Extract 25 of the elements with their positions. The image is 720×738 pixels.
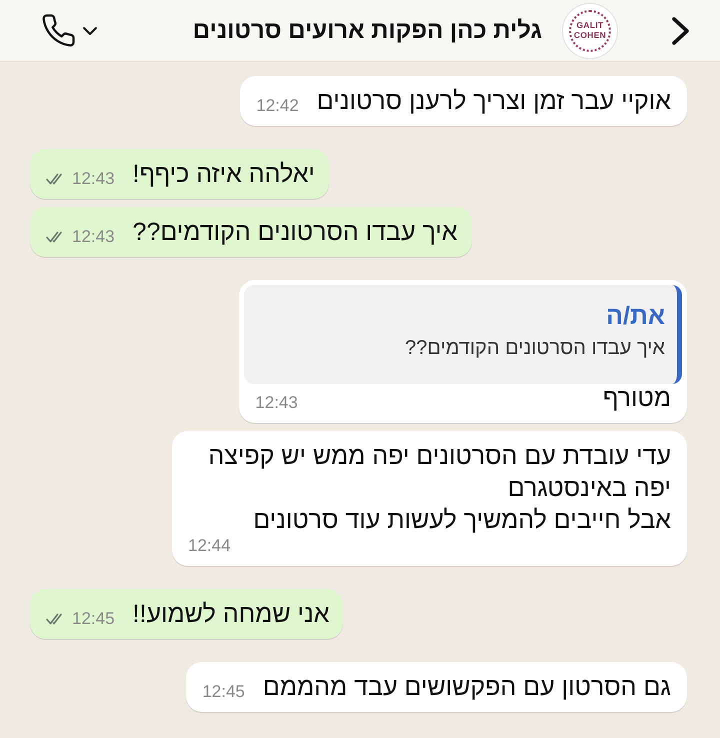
message-text: גם הסרטון עם הפקשושים עבד מהממם: [262, 672, 671, 703]
message-time: 12:43: [72, 169, 115, 189]
quote-text: איך עבדו הסרטונים הקודמים??: [404, 336, 665, 361]
chevron-right-icon: [670, 16, 692, 46]
avatar-circle[interactable]: GALIT COHEN: [562, 2, 618, 58]
chat-title: גלית כהן הפקות ארועים סרטונים: [192, 16, 542, 46]
message-time: 12:45: [72, 609, 115, 629]
call-button[interactable]: [42, 14, 98, 47]
quote-sender: את/ה: [605, 301, 665, 332]
message-time: 12:42: [256, 96, 299, 116]
message-time: 12:44: [188, 536, 231, 556]
message-time: 12:43: [255, 393, 298, 413]
message-text: יאלהה איזה כיףף!: [132, 159, 315, 190]
phone-icon: [42, 14, 75, 47]
back-button[interactable]: [670, 16, 692, 46]
message-text: אוקיי עבר זמן וצריך לרענן סרטונים: [316, 86, 671, 117]
reply-quote[interactable]: את/ה איך עבדו הסרטונים הקודמים??: [244, 285, 682, 384]
message-text: מטורף: [602, 383, 671, 414]
message-text: איך עבדו הסרטונים הקודמים??: [132, 217, 458, 248]
message-text: אני שמחה לשמוע!!: [132, 599, 330, 630]
caret-down-icon: [82, 26, 98, 36]
message-time: 12:43: [72, 227, 115, 247]
avatar-logo: GALIT COHEN: [569, 10, 611, 52]
message-time: 12:45: [202, 682, 245, 702]
message-text: עדי עובדת עם הסרטונים יפה ממש יש קפיצה יפה באינסטגרם אבל חייבים להמשיך לעשות עוד סרטונים: [208, 441, 671, 536]
